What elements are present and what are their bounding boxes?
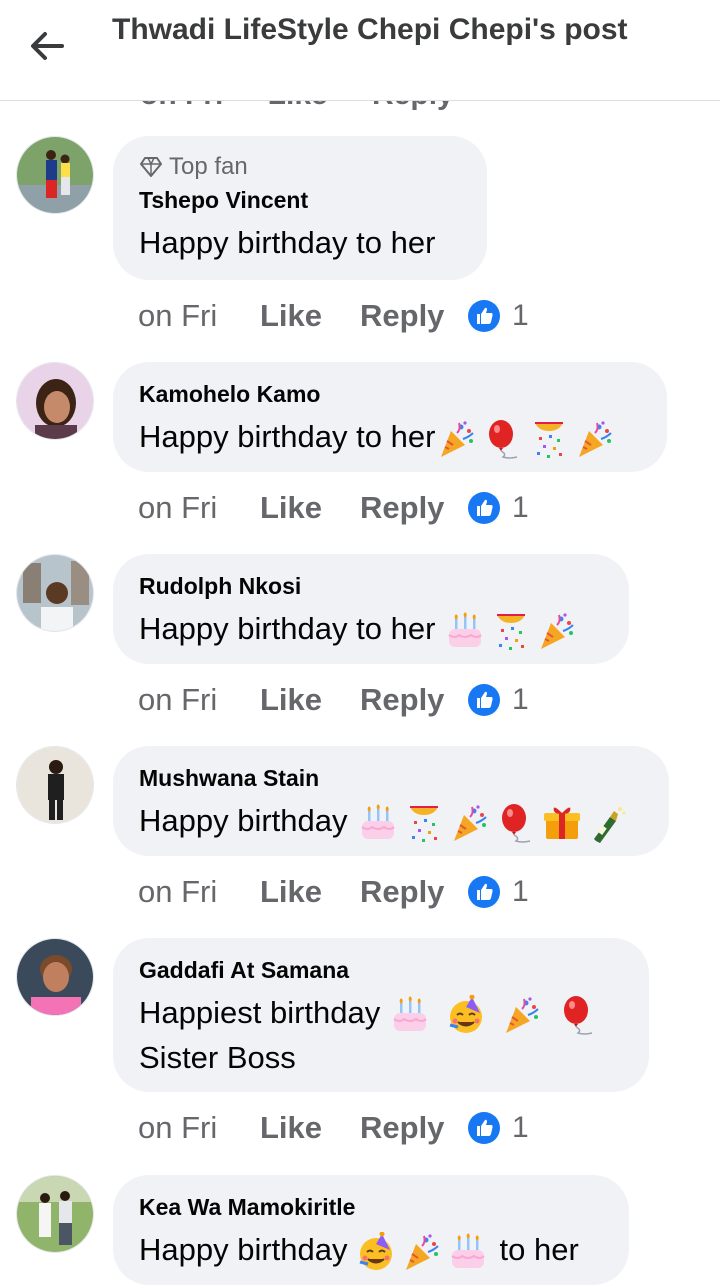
reaction-count: 1 <box>512 1111 529 1144</box>
comment-actions: on Fri Like Reply 1 <box>138 296 529 336</box>
partying-face-icon <box>356 1232 396 1272</box>
comment-text-content: Happy birthday <box>139 803 348 838</box>
like-button[interactable]: Like <box>260 490 360 526</box>
gift-icon <box>542 803 582 843</box>
confetti-icon <box>491 611 531 651</box>
app-header: Thwadi LifeStyle Chepi Chepi's post <box>0 0 720 101</box>
like-button[interactable]: Like <box>260 874 360 910</box>
comment-text: Happy birthday to her <box>139 606 603 651</box>
reaction-summary[interactable]: 1 <box>468 875 529 909</box>
reaction-count: 1 <box>512 683 529 716</box>
reaction-summary[interactable]: 1 <box>468 1111 529 1145</box>
comment-time: on Fri <box>138 1110 218 1145</box>
comment-time: on Fri <box>138 874 218 909</box>
reaction-summary[interactable]: 1 <box>468 683 529 717</box>
reaction-count: 1 <box>512 299 529 332</box>
page-title: Thwadi LifeStyle Chepi Chepi's post <box>112 13 628 46</box>
like-reaction-icon <box>468 300 500 332</box>
like-reaction-icon <box>468 876 500 908</box>
like-reaction-icon <box>468 1112 500 1144</box>
party-popper-icon <box>437 419 477 459</box>
comment-bubble: Top fan Tshepo Vincent Happy birthday to… <box>113 136 487 280</box>
comment-time: on Fri <box>138 298 218 333</box>
comment-text-content: Happy birthday <box>139 1232 348 1267</box>
birthday-cake-icon <box>445 611 485 651</box>
comment-time: on Fri <box>138 682 218 717</box>
partying-face-icon <box>446 995 486 1035</box>
balloon-icon <box>496 803 536 843</box>
party-popper-icon <box>502 995 542 1035</box>
balloon-icon <box>483 419 523 459</box>
party-popper-icon <box>450 803 490 843</box>
reply-button[interactable]: Reply <box>360 682 468 718</box>
avatar[interactable] <box>16 362 94 440</box>
comment-bubble: Kea Wa Mamokiritle Happy birthday to her <box>113 1175 629 1285</box>
comment-text: Happiest birthday <box>139 990 623 1035</box>
like-button[interactable]: Like <box>260 1110 360 1146</box>
balloon-icon <box>558 995 598 1035</box>
comment-text-content: Happiest birthday <box>139 995 381 1030</box>
avatar[interactable] <box>16 938 94 1016</box>
comment-author[interactable]: Kea Wa Mamokiritle <box>139 1193 603 1221</box>
comment-text-content: Happy birthday to her <box>139 225 436 260</box>
comment-author[interactable]: Kamohelo Kamo <box>139 380 641 408</box>
comment-text: Happy birthday to her <box>139 414 641 459</box>
champagne-icon <box>588 803 628 843</box>
birthday-cake-icon <box>448 1232 488 1272</box>
comment-text: Happy birthday to her <box>139 1227 603 1272</box>
reaction-count: 1 <box>512 491 529 524</box>
comment-text-content: Happy birthday to her <box>139 419 436 454</box>
reaction-summary[interactable]: 1 <box>468 299 529 333</box>
confetti-icon <box>404 803 444 843</box>
avatar[interactable] <box>16 746 94 824</box>
comment-bubble: Kamohelo Kamo Happy birthday to her <box>113 362 667 472</box>
top-fan-label: Top fan <box>169 153 248 180</box>
comment-text-suffix: to her <box>499 1232 579 1267</box>
party-popper-icon <box>402 1232 442 1272</box>
comment-actions: on Fri Like Reply 1 <box>138 680 529 720</box>
diamond-icon <box>140 157 162 177</box>
like-reaction-icon <box>468 684 500 716</box>
comment-text: Happy birthday <box>139 798 643 843</box>
comment-bubble: Rudolph Nkosi Happy birthday to her <box>113 554 629 664</box>
confetti-icon <box>529 419 569 459</box>
like-button[interactable]: Like <box>260 298 360 334</box>
avatar[interactable] <box>16 1175 94 1253</box>
comment-author[interactable]: Tshepo Vincent <box>139 186 461 214</box>
comment-bubble: Mushwana Stain Happy birthday <box>113 746 669 856</box>
comment-author[interactable]: Gaddafi At Samana <box>139 956 623 984</box>
reaction-count: 1 <box>512 875 529 908</box>
party-popper-icon <box>575 419 615 459</box>
comment-actions: on Fri Like Reply 1 <box>138 1108 529 1148</box>
comment-text: Happy birthday to her <box>139 220 461 265</box>
party-popper-icon <box>537 611 577 651</box>
comment-actions: on Fri Like Reply 1 <box>138 488 529 528</box>
reply-button[interactable]: Reply <box>360 874 468 910</box>
back-button[interactable] <box>22 24 72 68</box>
comment-time: on Fri <box>138 490 218 525</box>
reply-button[interactable]: Reply <box>360 490 468 526</box>
comment-actions: on Fri Like Reply 1 <box>138 872 529 912</box>
reply-button[interactable]: Reply <box>360 298 468 334</box>
reply-button[interactable]: Reply <box>360 1110 468 1146</box>
comment-text-content: Happy birthday to her <box>139 611 436 646</box>
comment-author[interactable]: Mushwana Stain <box>139 764 643 792</box>
like-reaction-icon <box>468 492 500 524</box>
reaction-summary[interactable]: 1 <box>468 491 529 525</box>
comment-author[interactable]: Rudolph Nkosi <box>139 572 603 600</box>
avatar[interactable] <box>16 554 94 632</box>
birthday-cake-icon <box>358 803 398 843</box>
top-fan-badge: Top fan <box>139 152 461 182</box>
like-button[interactable]: Like <box>260 682 360 718</box>
birthday-cake-icon <box>390 995 430 1035</box>
comment-bubble: Gaddafi At Samana Happiest birthday Sist… <box>113 938 649 1092</box>
back-arrow-icon <box>31 32 64 60</box>
comment-text-line2: Sister Boss <box>139 1040 296 1075</box>
avatar[interactable] <box>16 136 94 214</box>
